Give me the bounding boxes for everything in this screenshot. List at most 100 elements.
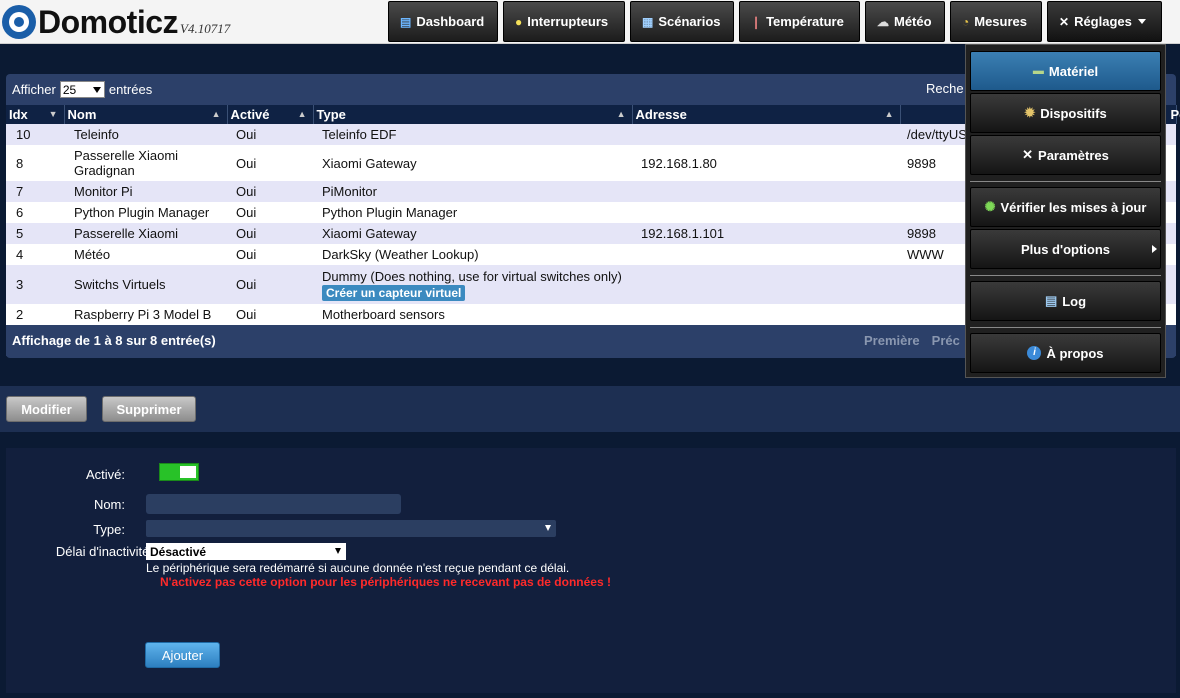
column-header-nom[interactable]: Nom ▲ [64,105,228,124]
menu-item-label: Plus d'options [1020,241,1111,257]
cell-adresse [632,181,900,202]
nav-interrupteurs[interactable]: ● Interrupteurs [503,1,625,42]
cell-idx: 8 [6,145,64,181]
name-label: Nom: [93,497,125,512]
cell-nom: Météo [64,244,227,265]
delay-label: Délai d'inactivité: [55,544,153,559]
menu-item-log[interactable]: ▤ Log [970,281,1161,321]
cell-type: Dummy (Does nothing, use for virtual swi… [313,265,632,304]
cell-idx: 3 [6,265,64,304]
sort-desc-icon: ▼ [48,109,58,119]
nav-meteo[interactable]: ☁ Météo [865,1,945,42]
cell-active: Oui [227,124,313,145]
nav-dashboard[interactable]: ▤ Dashboard [388,1,498,42]
cell-adresse [632,124,900,145]
create-virtual-sensor-button[interactable]: Créer un capteur virtuel [322,284,466,301]
cell-adresse: 192.168.1.80 [632,145,900,181]
tools-icon: ✕ [1059,14,1070,29]
cell-type-text: Dummy (Does nothing, use for virtual swi… [322,268,622,284]
menu-item-settings[interactable]: ✕ Paramètres [970,135,1161,175]
active-toggle[interactable] [159,463,199,481]
cell-nom: Switchs Virtuels [64,265,227,304]
cell-nom: Passerelle Xiaomi Gradignan [64,145,227,181]
chevron-down-icon [1137,19,1146,24]
tools-icon: ✕ [1022,147,1034,162]
action-bar: Modifier Supprimer [0,386,1180,432]
entries-per-page-select[interactable]: 25 [59,81,105,98]
delay-warning-text: N'activez pas cette option pour les péri… [160,575,611,589]
header: Domoticz V4.10717 ▤ Dashboard ● Interrup… [0,0,1180,44]
cell-active: Oui [227,223,313,244]
hardware-form: Activé: Nom: Type: Délai d'inactivité: D… [6,448,1176,693]
pager-first[interactable]: Première [864,333,920,348]
cell-adresse: 192.168.1.101 [632,223,900,244]
name-input[interactable] [146,494,401,514]
cell-idx: 4 [6,244,64,265]
cell-adresse [632,202,900,223]
column-header-idx[interactable]: Idx ▼ [6,105,65,124]
pagination: Première Préc [864,333,972,348]
cell-adresse [632,244,900,265]
active-label: Activé: [85,467,125,482]
cell-type: DarkSky (Weather Lookup) [313,244,632,265]
show-prefix: Afficher [12,82,56,97]
chevron-right-icon [1152,245,1157,253]
cell-adresse [632,265,900,304]
menu-item-devices[interactable]: ✹ Dispositifs [970,93,1161,133]
edit-button[interactable]: Modifier [6,396,87,422]
sort-icon: ▲ [884,109,894,119]
monitor-icon: ▤ [400,14,412,29]
column-header-active[interactable]: Activé ▲ [227,105,314,124]
nav-temperature-label: Température [766,14,844,29]
nav-reglages[interactable]: ✕ Réglages [1047,1,1162,42]
cell-active: Oui [227,244,313,265]
clapperboard-icon: ▦ [642,14,654,29]
type-select[interactable] [146,520,556,537]
cell-nom: Raspberry Pi 3 Model B [64,304,227,325]
nav-dashboard-label: Dashboard [416,14,485,29]
nav-scenarios-label: Scénarios [658,14,721,29]
cell-type: Teleinfo EDF [313,124,632,145]
type-label: Type: [93,522,125,537]
delay-select-value: Désactivé [150,544,207,559]
cell-active: Oui [227,304,313,325]
delay-help-text: Le périphérique sera redémarré si aucune… [146,561,570,575]
app-logo[interactable]: Domoticz V4.10717 [2,3,230,41]
cell-active: Oui [227,202,313,223]
nav-mesures[interactable]: ◔ Mesures [950,1,1042,42]
cell-idx: 2 [6,304,64,325]
column-header-adresse[interactable]: Adresse ▲ [632,105,901,124]
cell-nom: Monitor Pi [64,181,227,202]
info-icon: i [1027,346,1042,360]
menu-item-label: Vérifier les mises à jour [1000,199,1147,215]
nav-scenarios[interactable]: ▦ Scénarios [630,1,734,42]
menu-item-about[interactable]: i À propos [970,333,1161,373]
main-nav: ▤ Dashboard ● Interrupteurs ▦ Scénarios … [388,1,1167,42]
cell-active: Oui [227,265,313,304]
cloud-icon: ☁ [877,14,889,29]
menu-item-label: Dispositifs [1040,105,1107,121]
cell-type: Python Plugin Manager [313,202,632,223]
table-info: Affichage de 1 à 8 sur 8 entrée(s) [12,333,216,348]
delete-button[interactable]: Supprimer [102,396,196,422]
cell-type: PiMonitor [313,181,632,202]
sort-icon: ▲ [211,109,221,119]
cell-idx: 6 [6,202,64,223]
menu-divider [970,327,1161,328]
cell-nom: Passerelle Xiaomi [64,223,227,244]
menu-item-check-updates[interactable]: ✺ Vérifier les mises à jour [970,187,1161,227]
cell-idx: 10 [6,124,64,145]
domoticz-logo-icon [2,5,36,39]
thermometer-icon: ❘ [751,14,762,29]
show-suffix: entrées [108,82,153,97]
add-button[interactable]: Ajouter [145,642,220,668]
lightbulb-icon: ● [515,14,523,29]
nav-reglages-label: Réglages [1074,14,1132,29]
menu-item-more-options[interactable]: Plus d'options [970,229,1161,269]
pager-prev[interactable]: Préc [932,333,960,348]
column-header-type[interactable]: Type ▲ [313,105,633,124]
delay-select[interactable]: Désactivé [146,543,346,560]
nav-temperature[interactable]: ❘ Température [739,1,860,42]
menu-item-hardware[interactable]: ▬ Matériel [970,51,1161,91]
cell-active: Oui [227,145,313,181]
